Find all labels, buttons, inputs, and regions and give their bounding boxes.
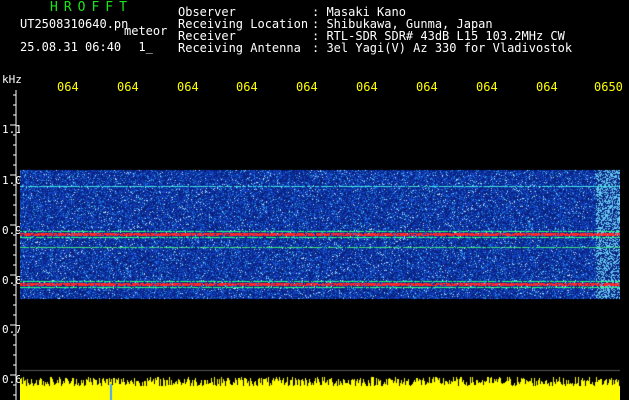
spectrogram-display[interactable] [20,100,620,400]
info-label-antenna: Receiving Antenna [178,41,301,55]
time-tick: 064 [236,80,258,94]
time-tick: 064 [296,80,318,94]
time-tick: 064 [476,80,498,94]
time-tick: 064 [177,80,199,94]
info-value-antenna: : 3el Yagi(V) Az 330 for Vladivostok [312,41,573,55]
date-time: 25.08.31 06:40 1_ [20,40,153,54]
frequency-axis [10,90,17,400]
time-tick: 064 [117,80,139,94]
mode-text: 1_ [138,40,153,54]
time-tick: 064 [536,80,558,94]
time-tick: 0650 [594,80,623,94]
tag-label: meteor [124,24,168,38]
time-tick: 064 [416,80,438,94]
header: HROFFT UT2508310640.pn meteor 25.08.31 0… [0,0,629,72]
time-tick: 064 [57,80,79,94]
date-time-text: 25.08.31 06:40 [20,40,122,54]
app-title: HROFFT [50,0,133,15]
time-tick: 064 [356,80,378,94]
frequency-unit-label: kHz [2,73,22,86]
filename: UT2508310640.pn [20,17,129,31]
